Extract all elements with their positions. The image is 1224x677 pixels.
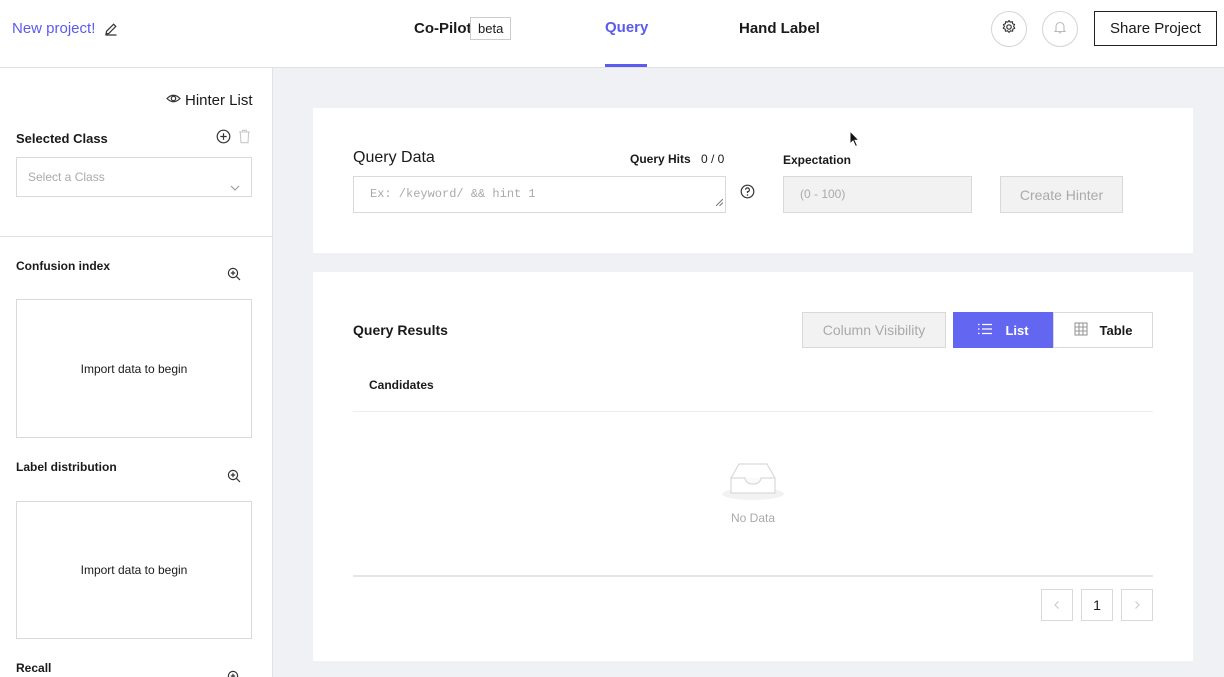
active-tab-indicator: [605, 64, 647, 67]
chevron-right-icon: [1132, 597, 1142, 613]
selected-class-label: Selected Class: [16, 131, 108, 146]
trash-icon[interactable]: [238, 129, 251, 149]
chevron-down-icon: [229, 171, 241, 209]
project-name[interactable]: New project!: [12, 20, 95, 37]
empty-state-text: Import data to begin: [80, 563, 188, 577]
confusion-index-title: Confusion index: [16, 259, 110, 273]
sidebar-divider: [0, 236, 272, 237]
empty-state-text: Import data to begin: [80, 361, 188, 376]
no-data-text: No Data: [730, 511, 776, 525]
list-icon: [977, 323, 993, 338]
query-results-card: Query Results Column Visibility List Tab…: [313, 272, 1193, 661]
gear-icon: [1001, 19, 1017, 40]
query-input-placeholder: Ex: /keyword/ && hint 1: [370, 187, 536, 201]
confusion-index-panel: Import data to begin: [16, 299, 252, 438]
query-hits-label: Query Hits: [630, 152, 691, 166]
bell-icon: [1053, 20, 1067, 39]
label-distribution-title: Label distribution: [16, 460, 117, 474]
nav-copilot[interactable]: Co-Pilot: [414, 20, 472, 37]
settings-button[interactable]: [991, 11, 1027, 47]
zoom-in-icon[interactable]: [227, 267, 241, 286]
help-icon[interactable]: [740, 184, 755, 204]
recall-title: Recall: [16, 661, 52, 675]
query-data-label: Query Data: [353, 149, 435, 166]
header-divider: [353, 411, 1153, 412]
expectation-input[interactable]: (0 - 100): [783, 176, 972, 213]
empty-inbox-icon: [721, 458, 785, 507]
chevron-left-icon: [1052, 597, 1062, 613]
page-number-button[interactable]: 1: [1081, 589, 1113, 621]
query-data-card: Query Data Query Hits 0 / 0 Ex: /keyword…: [313, 108, 1193, 253]
add-class-icon[interactable]: [216, 129, 231, 149]
mouse-cursor-icon: [849, 129, 861, 153]
query-input[interactable]: Ex: /keyword/ && hint 1: [353, 176, 726, 213]
beta-badge: beta: [470, 17, 512, 40]
query-hits-value: 0 / 0: [701, 152, 725, 166]
class-select-placeholder: Select a Class: [28, 170, 105, 184]
sidebar: Hinter List Selected Class Select a Clas…: [0, 68, 273, 677]
nav-query[interactable]: Query: [605, 19, 648, 36]
list-view-label: List: [1005, 322, 1029, 338]
notifications-button[interactable]: [1042, 11, 1078, 47]
zoom-in-icon[interactable]: [227, 469, 241, 488]
list-view-button[interactable]: List: [953, 312, 1053, 348]
candidates-header: Candidates: [369, 378, 434, 392]
table-bottom-divider: [353, 575, 1153, 577]
column-visibility-button[interactable]: Column Visibility: [802, 312, 946, 348]
class-select[interactable]: Select a Class: [16, 157, 252, 197]
nav-hand-label[interactable]: Hand Label: [739, 20, 820, 37]
resize-handle-icon[interactable]: [715, 196, 724, 210]
eye-icon: [166, 91, 181, 110]
table-view-label: Table: [1099, 322, 1133, 338]
query-results-label: Query Results: [353, 322, 448, 338]
next-page-button[interactable]: [1121, 589, 1153, 621]
create-hinter-button[interactable]: Create Hinter: [1000, 176, 1123, 213]
prev-page-button[interactable]: [1041, 589, 1073, 621]
hinter-list-label: Hinter List: [185, 92, 253, 109]
hinter-list-toggle[interactable]: Hinter List: [166, 91, 253, 110]
expectation-label: Expectation: [783, 153, 852, 167]
table-view-button[interactable]: Table: [1053, 312, 1153, 348]
label-distribution-panel: Import data to begin: [16, 501, 252, 639]
top-header: New project! Co-Pilot beta Query Hand La…: [0, 0, 1224, 68]
zoom-in-icon[interactable]: [227, 670, 241, 677]
share-project-button[interactable]: Share Project: [1094, 11, 1217, 46]
table-icon: [1073, 321, 1088, 339]
edit-icon[interactable]: [104, 22, 118, 36]
